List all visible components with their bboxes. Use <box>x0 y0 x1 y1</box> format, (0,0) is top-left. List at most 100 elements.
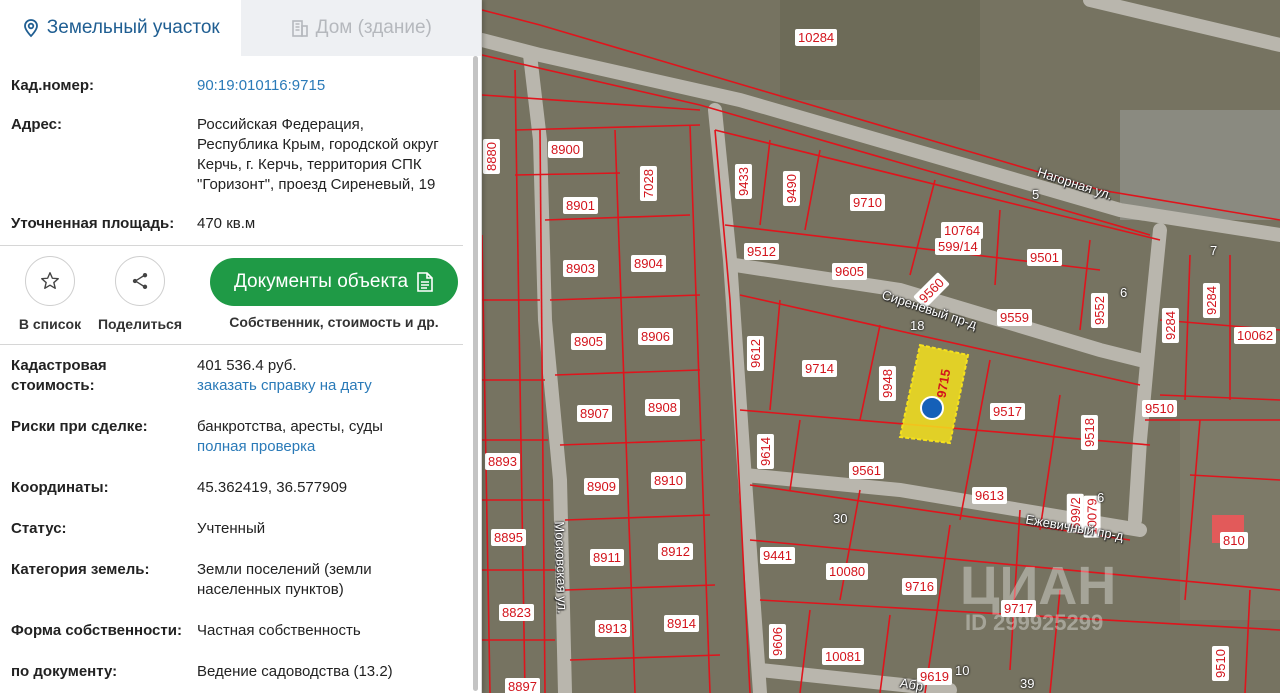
plot-label: 9614 <box>756 434 774 469</box>
tab-label: Дом (здание) <box>315 17 432 38</box>
plot-label: 9490 <box>782 171 800 206</box>
plot-label: 8880 <box>482 139 500 174</box>
row-area: Уточненная площадь: 470 кв.м <box>11 214 481 234</box>
plot-label: 8906 <box>638 328 673 345</box>
plot-label: 9512 <box>744 243 779 260</box>
plot-label: 8908 <box>645 399 680 416</box>
house-number: 39 <box>1020 676 1035 691</box>
row-label: Статус: <box>11 520 67 537</box>
plot-label: 10062 <box>1234 327 1277 344</box>
row-coordinates: Координаты: 45.362419, 36.577909 <box>11 478 481 498</box>
address-line: Республика Крым, городской округ <box>197 136 439 153</box>
plot-label: 8901 <box>563 197 598 214</box>
plot-label: 9716 <box>902 578 937 595</box>
plot-label: 9612 <box>746 336 764 371</box>
plot-label: 9948 <box>878 366 896 401</box>
label-line: Кадастровая <box>11 357 107 374</box>
full-check-link[interactable]: полная проверка <box>197 437 467 457</box>
house-number: 6 <box>1097 490 1105 505</box>
plot-label: 10284 <box>795 29 838 46</box>
plot-label: 9501 <box>1027 249 1062 266</box>
plot-label: 10080 <box>826 563 869 580</box>
share-icon <box>132 273 148 289</box>
area-value: 470 кв.м <box>197 215 256 232</box>
row-cadastral-value: Кадастровая стоимость: 401 536.4 руб. за… <box>11 356 481 396</box>
row-label: Уточненная площадь: <box>11 215 175 232</box>
plot-label: 8823 <box>499 604 534 621</box>
plot-label: 8912 <box>658 543 693 560</box>
row-label: Адрес: <box>11 116 62 133</box>
panel-scrollbar[interactable] <box>473 56 478 691</box>
row-label: Категория земель: <box>11 561 150 578</box>
info-bottom: Кадастровая стоимость: 401 536.4 руб. за… <box>0 356 481 682</box>
by-document-value: Ведение садоводства (13.2) <box>197 663 393 680</box>
status-value: Учтенный <box>197 520 266 537</box>
house-number: 7 <box>1210 243 1218 258</box>
plot-label: 9559 <box>997 309 1032 326</box>
favorite-button[interactable] <box>25 256 75 306</box>
plot-label: 8914 <box>664 615 699 632</box>
documents-subtitle: Собственник, стоимость и др. <box>229 314 439 330</box>
row-status: Статус: Учтенный <box>11 519 481 539</box>
documents-button-label: Документы объекта <box>233 271 409 292</box>
cadastral-number-link[interactable]: 90:19:010116:9715 <box>197 76 467 96</box>
plot-label: 8913 <box>595 620 630 637</box>
plot-label: 8911 <box>590 549 624 566</box>
plot-label: 7028 <box>639 166 657 201</box>
house-number: 5 <box>1032 187 1040 202</box>
plot-label: 8903 <box>563 260 598 277</box>
watermark-id: ID 299925299 <box>965 610 1104 635</box>
divider <box>0 344 463 345</box>
plot-label: 9613 <box>972 487 1007 504</box>
ownership-value: Частная собственность <box>197 622 361 639</box>
favorite-label: В список <box>18 316 82 332</box>
plot-label: 8907 <box>577 405 612 422</box>
share-label: Поделиться <box>97 316 183 332</box>
actions-block: В список Поделиться Документы объекта Со… <box>0 246 481 344</box>
row-land-category: Категория земель: Земли поселений (земли… <box>11 560 481 600</box>
plot-label: 9714 <box>802 360 837 377</box>
terrain-patch <box>780 0 980 100</box>
label-line: стоимость: <box>11 377 95 394</box>
document-icon <box>417 272 433 292</box>
terrain-patch <box>1120 110 1280 220</box>
plot-label: 9284 <box>1161 308 1179 343</box>
info-top: Кад.номер: 90:19:010116:9715 Адрес: Росс… <box>0 76 481 234</box>
watermark-logo: ЦИАН <box>960 556 1117 616</box>
house-number: 10 <box>955 663 970 678</box>
share-button[interactable] <box>115 256 165 306</box>
plot-label: 810 <box>1220 532 1248 549</box>
tab-building[interactable]: Дом (здание) <box>240 0 481 56</box>
row-label: Координаты: <box>11 479 109 496</box>
tab-label: Земельный участок <box>46 17 220 38</box>
plot-label: 9518 <box>1080 415 1098 450</box>
map-pin-icon <box>23 19 38 38</box>
plot-label: 8900 <box>548 141 583 158</box>
plot-label: 8897 <box>505 678 540 693</box>
plot-label: 8905 <box>571 333 606 350</box>
house-number: 30 <box>833 511 848 526</box>
order-certificate-link[interactable]: заказать справку на дату <box>197 376 467 396</box>
object-info-panel: Земельный участок Дом (здание) Кад.номер… <box>0 0 482 693</box>
address-line: Российская Федерация, <box>197 116 364 133</box>
tab-land-plot[interactable]: Земельный участок <box>0 0 241 56</box>
address-line: Керчь, г. Керчь, территория СПК <box>197 156 422 173</box>
plot-label: 10081 <box>822 648 865 665</box>
row-address: Адрес: Российская Федерация, Республика … <box>11 115 481 195</box>
plot-label: 8904 <box>631 255 666 272</box>
plot-label: 9284 <box>1202 283 1220 318</box>
risks-text: банкротства, аресты, суды <box>197 418 383 435</box>
plot-label: 8895 <box>491 529 526 546</box>
plot-label: 9606 <box>768 624 786 659</box>
house-number: 18 <box>910 318 925 333</box>
row-deal-risks: Риски при сделке: банкротства, аресты, с… <box>11 417 481 457</box>
plot-label: 599/14 <box>935 238 981 255</box>
tab-bar: Земельный участок Дом (здание) <box>0 0 481 56</box>
building-icon <box>291 20 308 37</box>
address-line: "Горизонт", проезд Сиреневый, 19 <box>197 176 436 193</box>
category-line: Земли поселений (земли <box>197 561 372 578</box>
cadastral-value-amount: 401 536.4 руб. <box>197 357 297 374</box>
deal-risks-value: банкротства, аресты, суды полная проверк… <box>197 417 467 457</box>
plot-label: 9510 <box>1142 400 1177 417</box>
documents-button[interactable]: Документы объекта <box>210 258 458 306</box>
